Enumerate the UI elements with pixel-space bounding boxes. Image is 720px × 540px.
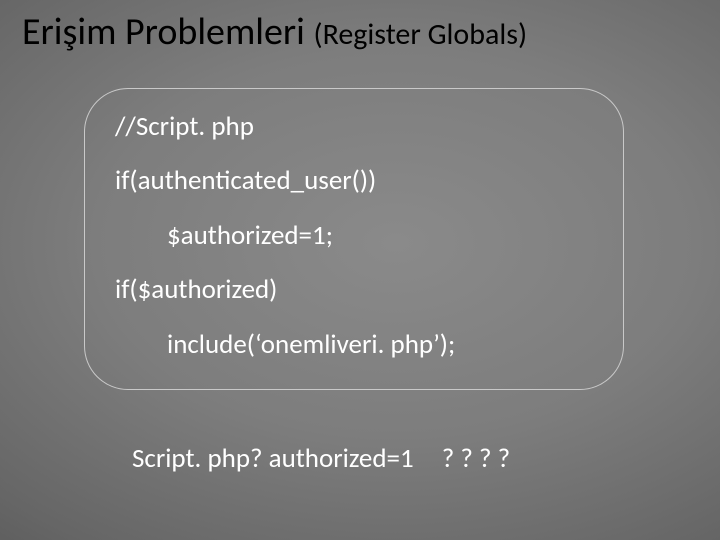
code-line: //Script. php: [115, 111, 593, 143]
code-line: $authorized=1;: [115, 220, 593, 252]
code-line: if(authenticated_user()): [115, 165, 593, 197]
footer-line: Script. php? authorized=1 ? ? ? ?: [132, 442, 510, 475]
code-box: //Script. php if(authenticated_user()) $…: [84, 88, 624, 390]
footer-text: Script. php? authorized=1: [132, 442, 414, 475]
title-sub: (Register Globals): [314, 16, 528, 53]
slide-title: Erişim Problemleri (Register Globals): [22, 12, 700, 54]
slide: Erişim Problemleri (Register Globals) //…: [0, 0, 720, 540]
code-line: if($authorized): [115, 274, 593, 306]
footer-question-marks: ? ? ? ?: [442, 442, 510, 475]
code-line: include(‘onemliveri. php’);: [115, 329, 593, 361]
title-main: Erişim Problemleri: [22, 9, 305, 55]
